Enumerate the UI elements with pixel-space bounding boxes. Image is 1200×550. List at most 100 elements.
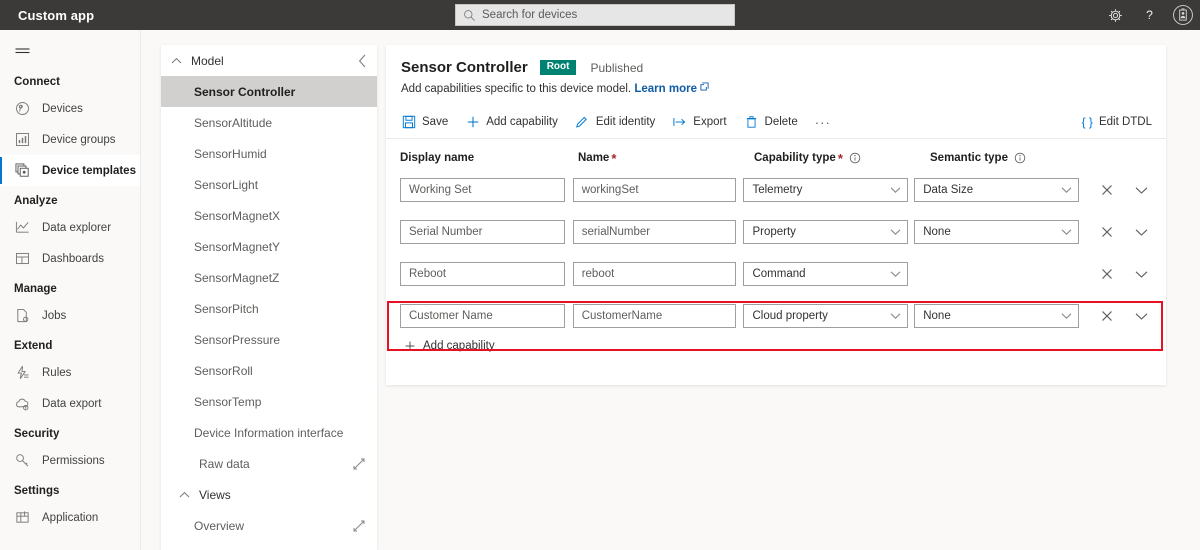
add-capability-label: Add capability (486, 116, 558, 128)
name-input[interactable]: CustomerName (572, 304, 736, 328)
jobs-document-icon (14, 308, 30, 324)
sidebar-item-rules[interactable]: Rules (0, 357, 140, 388)
sidebar-item-devices[interactable]: Devices (0, 93, 140, 124)
sidebar-item-data-explorer[interactable]: Data explorer (0, 212, 140, 243)
info-icon[interactable] (1014, 152, 1026, 164)
model-list-item[interactable]: SensorMagnetX (161, 200, 377, 231)
save-button[interactable]: Save (401, 115, 448, 130)
column-header: Name * (578, 152, 754, 165)
overflow-menu-button[interactable]: ··· (815, 115, 831, 130)
sidebar-item-dashboards[interactable]: Dashboards (0, 243, 140, 274)
semantic-type-select[interactable]: None (914, 220, 1080, 244)
semantic-type-value: None (923, 226, 951, 238)
model-list-item[interactable]: SensorTemp (161, 386, 377, 417)
capability-type-select[interactable]: Cloud property (743, 304, 909, 328)
device-groups-icon (14, 132, 30, 148)
display-name-value: Reboot (409, 268, 447, 280)
name-input[interactable]: reboot (572, 262, 736, 286)
overview-item[interactable]: Overview (161, 510, 377, 541)
save-label: Save (422, 116, 449, 128)
sidebar-item-label: Dashboards (42, 252, 105, 265)
semantic-type-select[interactable]: Data Size (914, 178, 1080, 202)
open-expand-icon[interactable] (353, 458, 365, 470)
trash-icon (744, 115, 759, 130)
model-list-item[interactable]: SensorHumid (161, 138, 377, 169)
capability-type-select[interactable]: Property (743, 220, 909, 244)
model-list-item[interactable]: Sensor Controller (161, 76, 377, 107)
semantic-type-select[interactable]: None (914, 304, 1080, 328)
app-title: Custom app (18, 7, 95, 23)
chevron-down-icon[interactable] (1130, 305, 1152, 327)
close-x-icon[interactable] (1096, 263, 1118, 285)
overview-label: Overview (194, 518, 245, 533)
chevron-down-icon (890, 270, 901, 278)
model-list-item[interactable]: SensorMagnetZ (161, 262, 377, 293)
learn-more-link[interactable]: Learn more (634, 83, 697, 95)
sidebar-item-application[interactable]: Application (0, 502, 140, 533)
edit-identity-label: Edit identity (595, 116, 656, 128)
sidebar-item-permissions[interactable]: Permissions (0, 445, 140, 476)
raw-data-item[interactable]: Raw data (161, 448, 377, 479)
close-x-icon[interactable] (1096, 221, 1118, 243)
row-actions (1096, 263, 1152, 285)
views-label: Views (199, 487, 231, 502)
model-list-item[interactable]: SensorAltitude (161, 107, 377, 138)
chevron-down-icon[interactable] (1130, 221, 1152, 243)
model-list-item[interactable]: SensorPitch (161, 293, 377, 324)
display-name-input[interactable]: Serial Number (400, 220, 565, 244)
required-asterisk: * (837, 150, 843, 166)
sidebar-item-device-groups[interactable]: Device groups (0, 124, 140, 155)
column-header-label: Semantic type (930, 152, 1008, 164)
chevron-down-icon[interactable] (1130, 179, 1152, 201)
sidebar-item-label: Device groups (42, 133, 116, 146)
display-name-cell: Serial Number (400, 220, 573, 244)
question-mark-icon[interactable]: ? (1132, 0, 1166, 30)
required-asterisk: * (611, 150, 617, 166)
model-list-item[interactable]: Device Information interface (161, 417, 377, 448)
model-list-item[interactable]: SensorPressure (161, 324, 377, 355)
sidebar-item-device-templates[interactable]: Device templates (0, 155, 140, 186)
chevron-left-icon[interactable] (358, 54, 367, 68)
edit-dtdl-label: Edit DTDL (1098, 116, 1152, 128)
add-capability-button[interactable]: Add capability (465, 115, 558, 130)
search-input[interactable]: Search for devices (455, 4, 735, 26)
model-list-item[interactable]: SensorMagnetY (161, 231, 377, 262)
display-name-value: Serial Number (409, 226, 483, 238)
edit-identity-button[interactable]: Edit identity (575, 115, 655, 130)
open-expand-icon[interactable] (353, 520, 365, 532)
model-item-label: SensorPressure (194, 332, 281, 347)
row-actions (1096, 221, 1152, 243)
display-name-input[interactable]: Working Set (400, 178, 565, 202)
display-name-input[interactable]: Reboot (400, 262, 565, 286)
views-group[interactable]: Views (161, 479, 377, 510)
semantic-type-value: Data Size (923, 184, 974, 196)
model-item-label: Sensor Controller (194, 84, 296, 99)
semantic-type-cell: None (914, 220, 1085, 244)
model-tree-header[interactable]: Model (161, 45, 377, 76)
export-label: Export (693, 116, 727, 128)
delete-button[interactable]: Delete (744, 115, 798, 130)
hamburger-icon[interactable] (0, 37, 44, 67)
name-input[interactable]: workingSet (572, 178, 736, 202)
add-capability-link[interactable]: Add capability (386, 340, 1166, 352)
account-avatar-icon[interactable] (1166, 0, 1200, 30)
info-icon[interactable] (849, 152, 861, 164)
export-button[interactable]: Export (672, 115, 727, 130)
close-x-icon[interactable] (1096, 305, 1118, 327)
display-name-input[interactable]: Customer Name (400, 304, 565, 328)
edit-dtdl-button[interactable]: { } Edit DTDL (1082, 115, 1152, 129)
model-list-item[interactable]: SensorLight (161, 169, 377, 200)
gear-icon[interactable] (1098, 0, 1132, 30)
status-badge-root: Root (539, 60, 577, 75)
sidebar-item-data-export[interactable]: Data export (0, 388, 140, 419)
close-x-icon[interactable] (1096, 179, 1118, 201)
name-value: workingSet (581, 184, 639, 196)
model-list-item[interactable]: SensorRoll (161, 355, 377, 386)
name-input[interactable]: serialNumber (572, 220, 736, 244)
capability-type-select[interactable]: Command (743, 262, 909, 286)
editor-subtitle: Add capabilities specific to this device… (386, 76, 1166, 95)
chevron-down-icon[interactable] (1130, 263, 1152, 285)
capability-type-select[interactable]: Telemetry (743, 178, 909, 202)
sidebar-item-jobs[interactable]: Jobs (0, 300, 140, 331)
add-capability-link-label: Add capability (423, 340, 495, 352)
